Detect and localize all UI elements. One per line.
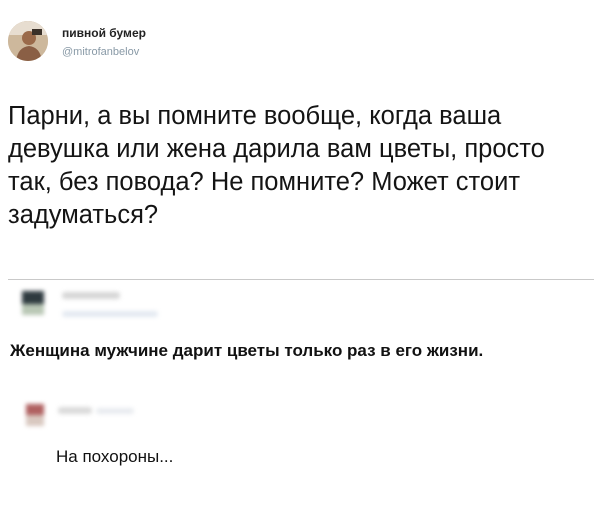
comment-text: Женщина мужчине дарит цветы только раз в… (10, 341, 484, 360)
commenter-name[interactable] (62, 292, 120, 299)
replier-name[interactable] (58, 407, 92, 414)
reply-text: На похороны... (56, 447, 174, 466)
replier-avatar[interactable] (26, 404, 44, 426)
author-handle[interactable]: @mitrofanbelov (62, 46, 139, 58)
commenter-avatar[interactable] (22, 291, 44, 315)
commenter-handle[interactable] (62, 311, 158, 317)
tweet-text: Парни, а вы помните вообще, когда ваша д… (8, 102, 545, 229)
replier-handle[interactable] (96, 408, 134, 414)
author-display-name[interactable]: пивной бумер (62, 26, 146, 40)
divider (8, 279, 594, 280)
author-avatar[interactable] (8, 21, 48, 61)
